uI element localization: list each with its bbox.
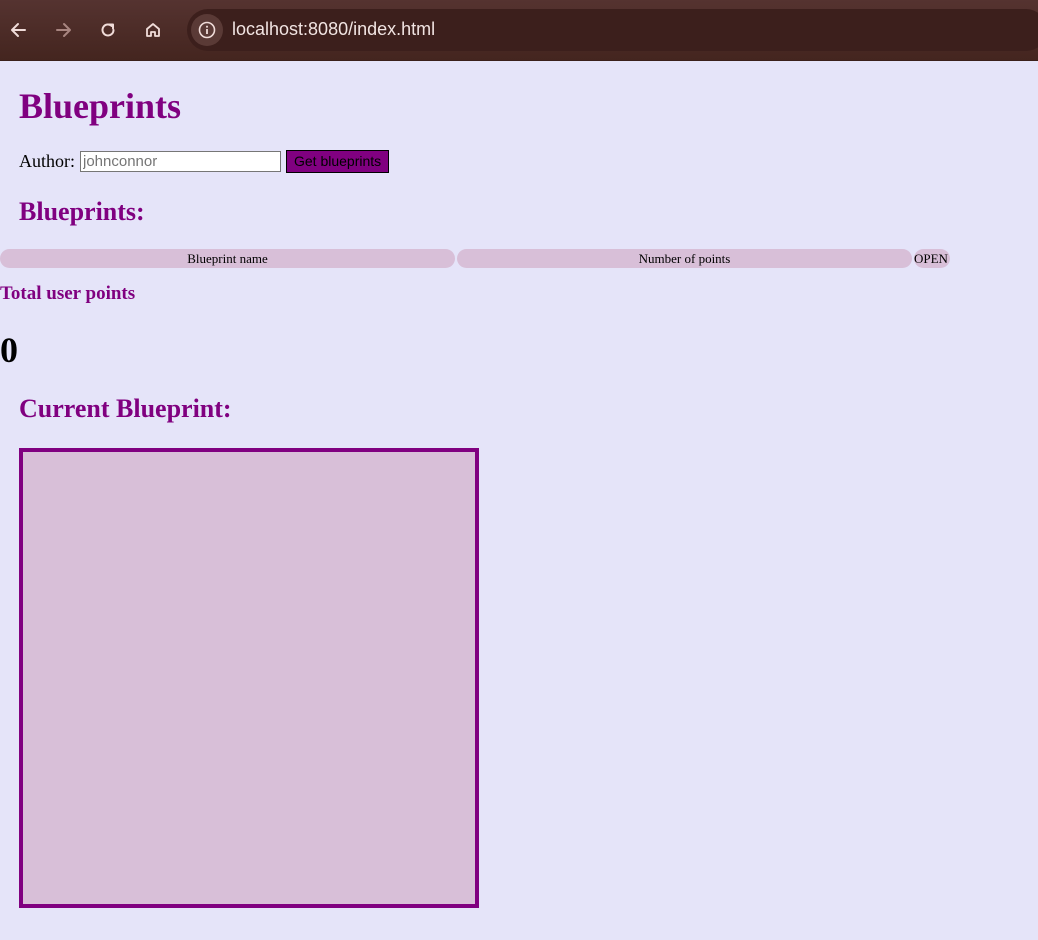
blueprint-canvas[interactable] <box>19 448 479 908</box>
table-header-row: Blueprint name Number of points OPEN <box>0 249 950 268</box>
arrow-right-icon <box>56 23 71 37</box>
blueprints-list-title: Blueprints: <box>19 197 145 226</box>
current-blueprint-title: Current Blueprint: <box>19 394 232 423</box>
author-label: Author: <box>19 150 75 171</box>
address-bar[interactable]: localhost:8080/index.html <box>187 9 1038 51</box>
url-text: localhost:8080/index.html <box>232 19 436 39</box>
browser-toolbar: localhost:8080/index.html <box>0 0 1038 61</box>
page-title: Blueprints <box>19 86 182 126</box>
reload-button[interactable] <box>93 15 123 45</box>
arrow-left-icon <box>11 23 26 37</box>
reload-icon <box>101 23 115 37</box>
forward-button[interactable] <box>48 15 78 45</box>
home-button[interactable] <box>138 15 168 45</box>
column-header-open: OPEN <box>914 249 950 268</box>
home-icon <box>146 23 160 37</box>
get-blueprints-button[interactable]: Get blueprints <box>286 149 390 173</box>
column-header-number-of-points: Number of points <box>457 249 912 268</box>
page-content: Blueprints Author: Get blueprints Bluepr… <box>0 60 1038 940</box>
total-points-label: Total user points <box>0 283 136 304</box>
site-info-button[interactable] <box>191 14 223 46</box>
total-points-value: 0 <box>0 330 18 370</box>
author-input[interactable] <box>80 150 281 172</box>
column-header-blueprint-name: Blueprint name <box>0 249 455 268</box>
back-button[interactable] <box>4 15 34 45</box>
author-row: Author: Get blueprints <box>19 149 390 173</box>
blueprints-table: Blueprint name Number of points OPEN <box>0 249 952 268</box>
info-icon <box>198 21 216 39</box>
